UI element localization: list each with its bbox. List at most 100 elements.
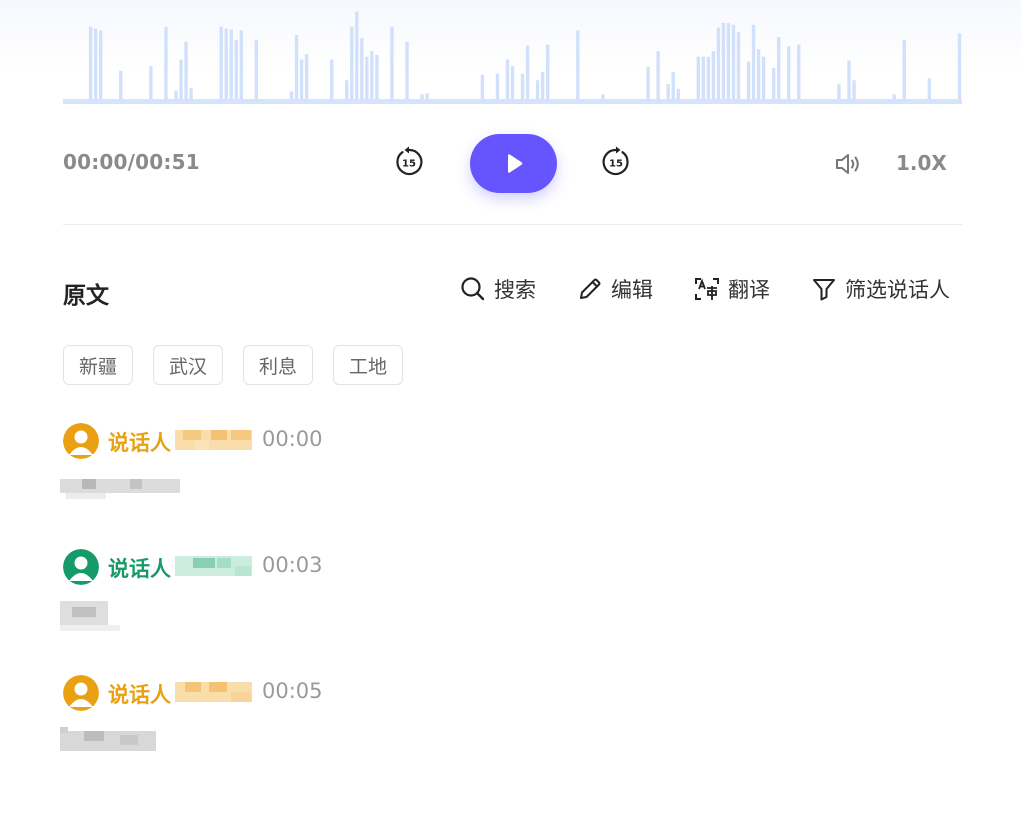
waveform-bar: [420, 94, 424, 100]
waveform-bar: [88, 26, 93, 100]
waveform-bar: [711, 51, 716, 100]
waveform-bar: [837, 84, 841, 100]
play-button[interactable]: [470, 134, 557, 193]
search-button[interactable]: 搜索: [460, 272, 536, 306]
skip-back-seconds: 15: [402, 159, 416, 170]
speaker-volume-icon: [836, 154, 859, 174]
waveform-bar: [751, 24, 756, 100]
waveform-bar: [350, 26, 354, 100]
waveform-bar: [706, 56, 711, 100]
filter-speaker-button[interactable]: 筛选说话人: [811, 272, 950, 306]
transcript-page: 00:00/00:51 15 15 1.0X 原文 搜索 编辑 翻译 筛选说话人…: [0, 0, 1021, 823]
waveform-bar: [701, 56, 706, 100]
user-avatar-icon: [63, 675, 99, 711]
filter-icon: [813, 279, 835, 301]
volume-button[interactable]: [834, 151, 862, 177]
keyword-tag[interactable]: 利息: [243, 345, 313, 385]
speaker-name[interactable]: 说话人: [108, 553, 171, 583]
skip-forward-15-button[interactable]: 15: [600, 146, 632, 178]
waveform-bar: [119, 70, 123, 100]
waveform-bar: [520, 73, 525, 100]
keyword-tag[interactable]: 工地: [333, 345, 403, 385]
waveform-bar: [289, 91, 294, 100]
waveform-bar: [98, 30, 103, 100]
pencil-icon: [580, 278, 601, 299]
waveform-bar: [480, 74, 485, 100]
timestamp[interactable]: 00:05: [262, 679, 323, 703]
waveform-bar: [852, 80, 856, 100]
timestamp[interactable]: 00:00: [262, 427, 323, 451]
waveform-bar: [787, 46, 791, 100]
waveform-bar: [776, 37, 781, 100]
waveform-bar: [219, 26, 223, 100]
section-title: 原文: [63, 283, 109, 309]
divider: [63, 224, 962, 225]
waveform-bar: [671, 71, 675, 100]
edit-button[interactable]: 编辑: [577, 272, 653, 306]
keyword-tag[interactable]: 新疆: [63, 345, 133, 385]
waveform-bar: [355, 11, 359, 101]
waveform-bar: [756, 49, 761, 100]
edit-label: 编辑: [611, 278, 653, 302]
audio-waveform[interactable]: [63, 0, 962, 106]
waveform-bar: [239, 30, 243, 100]
search-label: 搜索: [494, 278, 536, 302]
translate-button[interactable]: 翻译: [694, 272, 770, 306]
speaker-avatar: [63, 675, 99, 711]
speaker-name[interactable]: 说话人: [108, 679, 171, 709]
user-avatar-icon: [63, 549, 99, 585]
time-readout: 00:00/00:51: [63, 150, 200, 174]
waveform-bar: [576, 30, 580, 100]
waveform-bar: [390, 26, 394, 100]
waveform-bar: [761, 56, 766, 100]
waveform-bar: [375, 54, 379, 100]
speaker-avatar: [63, 423, 99, 459]
keyword-tag[interactable]: 武汉: [153, 345, 223, 385]
filter-speaker-label: 筛选说话人: [845, 278, 950, 302]
waveform-bar: [666, 84, 670, 100]
waveform-bar: [330, 59, 334, 100]
redacted-speaker-id: [175, 552, 252, 580]
speaker-avatar: [63, 549, 99, 585]
waveform-bar: [345, 80, 349, 100]
waveform-bar: [716, 27, 721, 100]
waveform-bar: [370, 51, 374, 100]
user-avatar-icon: [63, 423, 99, 459]
skip-forward-seconds: 15: [609, 159, 623, 170]
playback-speed-button[interactable]: 1.0X: [896, 151, 947, 175]
waveform-bar: [510, 66, 515, 100]
waveform-bar: [545, 44, 550, 100]
translate-label: 翻译: [728, 278, 770, 302]
rewind-15-icon: 15: [396, 146, 423, 176]
waveform-bar: [360, 37, 364, 100]
transcript-entry: 说话人 00:03: [60, 549, 663, 631]
waveform-bar: [254, 39, 259, 100]
skip-back-15-button[interactable]: 15: [393, 146, 425, 178]
waveform-bar: [797, 44, 801, 100]
waveform-bar: [229, 29, 233, 100]
waveform-bar: [847, 60, 851, 100]
waveform-bar: [93, 28, 98, 101]
waveform-bar: [696, 56, 701, 100]
transcript-entry: 说话人 00:05: [60, 675, 663, 751]
forward-15-icon: 15: [602, 146, 629, 176]
waveform-bar: [164, 26, 168, 100]
transcript-entry: 说话人 00:00: [60, 423, 663, 499]
waveform-bar: [540, 71, 545, 100]
waveform-bar: [405, 41, 409, 100]
timestamp[interactable]: 00:03: [262, 553, 323, 577]
waveform-bar: [174, 90, 178, 100]
waveform-bar: [525, 45, 530, 100]
waveform-bar: [957, 33, 962, 101]
waveform-bar: [646, 67, 650, 100]
speaker-name[interactable]: 说话人: [108, 427, 171, 457]
waveform-bar: [234, 39, 238, 100]
waveform-bar: [731, 24, 736, 100]
waveform-bar: [535, 80, 540, 100]
waveform-bar: [892, 94, 896, 100]
waveform-bar: [224, 28, 228, 101]
waveform-bar: [726, 22, 731, 101]
waveform-bar: [294, 35, 299, 100]
waveform-bar: [365, 56, 369, 100]
search-icon: [461, 277, 485, 301]
